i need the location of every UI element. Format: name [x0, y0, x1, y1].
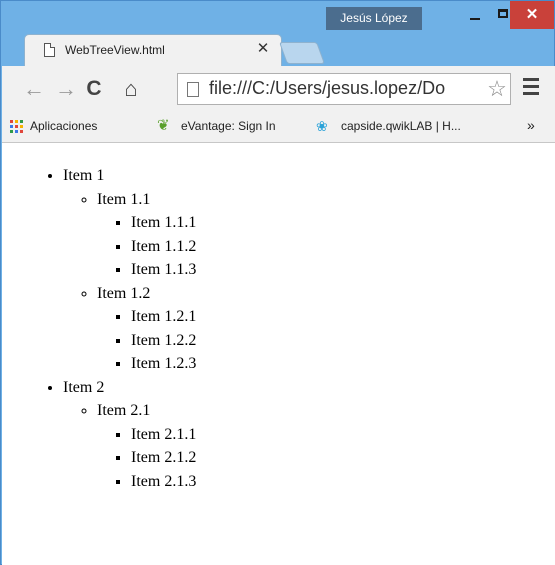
tab-webtreeview[interactable]: WebTreeView.html ✕ [24, 34, 282, 67]
home-button[interactable]: ⌂ [119, 77, 143, 101]
tab-title: WebTreeView.html [65, 43, 165, 57]
title-bar[interactable]: Jesús López ✕ [1, 1, 554, 35]
more-bookmarks-button[interactable]: » [527, 117, 535, 133]
address-bar[interactable]: file:///C:/Users/jesus.lopez/Do ☆ [177, 73, 511, 105]
bookmarks-bar: Aplicaciones ❦ eVantage: Sign In ❀ capsi… [2, 111, 555, 143]
tree-branch: Item 1.2.1 Item 1.2.2 Item 1.2.3 [97, 305, 555, 376]
address-text[interactable]: file:///C:/Users/jesus.lopez/Do [209, 78, 445, 99]
tree-item: Item 1.1 Item 1.1.1 Item 1.1.2 Item 1.1.… [97, 188, 555, 282]
tree-branch: Item 2.1.1 Item 2.1.2 Item 2.1.3 [97, 423, 555, 494]
capside-icon: ❀ [316, 118, 328, 134]
browser-window: Jesús López ✕ WebTreeView.html ✕ ← → C ⌂… [0, 0, 555, 565]
page-content: Item 1 Item 1.1 Item 1.1.1 Item 1.1.2 It… [2, 143, 555, 565]
tree-item: Item 1 Item 1.1 Item 1.1.1 Item 1.1.2 It… [63, 164, 555, 376]
bookmark-label: capside.qwikLAB | H... [341, 119, 461, 133]
tree-branch: Item 2.1 Item 2.1.1 Item 2.1.2 Item 2.1.… [63, 399, 555, 493]
tree-item: Item 2 Item 2.1 Item 2.1.1 Item 2.1.2 It… [63, 376, 555, 494]
menu-bar-icon [523, 92, 539, 95]
bookmark-label: Aplicaciones [30, 119, 98, 133]
menu-bar-icon [523, 85, 539, 88]
chrome-menu-button[interactable] [523, 78, 543, 98]
tree-item: Item 1.2.2 [131, 329, 555, 353]
tree-item: Item 2.1.2 [131, 446, 555, 470]
page-icon [44, 43, 55, 57]
leaf-icon: ❦ [157, 117, 170, 134]
tree-item: Item 1.1.3 [131, 258, 555, 282]
toolbar: ← → C ⌂ file:///C:/Users/jesus.lopez/Do … [2, 66, 555, 111]
tree-item: Item 1.2.3 [131, 352, 555, 376]
apps-grid-icon [10, 120, 23, 133]
tree-branch: Item 1.1.1 Item 1.1.2 Item 1.1.3 [97, 211, 555, 282]
reload-button[interactable]: C [82, 77, 106, 101]
bookmark-star-icon[interactable]: ☆ [483, 76, 510, 102]
back-button[interactable]: ← [22, 77, 46, 101]
tree-item: Item 1.2.1 [131, 305, 555, 329]
menu-bar-icon [523, 78, 539, 81]
tree-item: Item 2.1.3 [131, 470, 555, 494]
page-icon [187, 82, 199, 97]
tree-item: Item 1.2 Item 1.2.1 Item 1.2.2 Item 1.2.… [97, 282, 555, 376]
tree-root: Item 1 Item 1.1 Item 1.1.1 Item 1.1.2 It… [2, 164, 555, 493]
new-tab-button[interactable] [278, 42, 326, 64]
bookmark-label: eVantage: Sign In [181, 119, 276, 133]
forward-button[interactable]: → [54, 77, 78, 101]
tab-close-icon[interactable]: ✕ [255, 40, 271, 57]
tree-item: Item 1.1.1 [131, 211, 555, 235]
tree-item: Item 2.1.1 [131, 423, 555, 447]
tree-item: Item 2.1 Item 2.1.1 Item 2.1.2 Item 2.1.… [97, 399, 555, 493]
tree-item: Item 1.1.2 [131, 235, 555, 259]
tree-branch: Item 1.1 Item 1.1.1 Item 1.1.2 Item 1.1.… [63, 188, 555, 376]
close-window-button[interactable]: ✕ [510, 1, 554, 29]
user-badge[interactable]: Jesús López [326, 7, 422, 30]
